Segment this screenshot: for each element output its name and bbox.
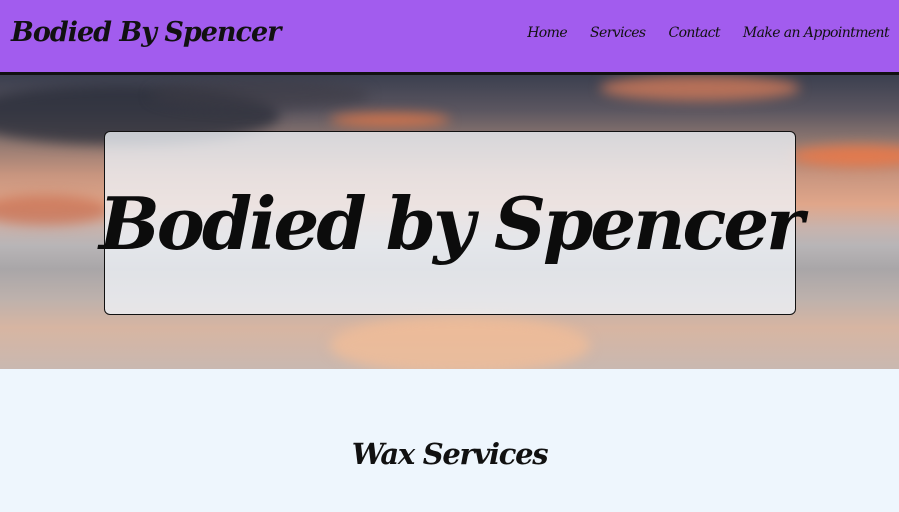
nav-link-services[interactable]: Services bbox=[590, 25, 646, 41]
hero-title-box: Bodied by Spencer bbox=[99, 131, 804, 315]
hero-cloud-shape bbox=[790, 145, 899, 167]
hero-cloud-shape bbox=[600, 75, 800, 101]
brand-link[interactable]: Bodied By Spencer bbox=[11, 17, 281, 48]
hero-title: Bodied by Spencer bbox=[98, 180, 804, 266]
hero-cloud-shape bbox=[330, 113, 450, 127]
hero-cloud-shape bbox=[150, 80, 370, 110]
wax-services-section: Wax Services bbox=[0, 369, 899, 512]
nav-links: Home Services Contact Make an Appointmen… bbox=[527, 25, 889, 41]
nav-link-contact[interactable]: Contact bbox=[668, 25, 720, 41]
top-navbar: Bodied By Spencer Home Services Contact … bbox=[0, 0, 899, 75]
section-heading: Wax Services bbox=[351, 437, 549, 471]
nav-link-make-appointment[interactable]: Make an Appointment bbox=[743, 25, 890, 41]
nav-link-home[interactable]: Home bbox=[527, 25, 567, 41]
hero-cloud-shape bbox=[0, 195, 110, 225]
hero-sun-reflection bbox=[330, 315, 590, 369]
hero-banner: Bodied by Spencer bbox=[0, 75, 899, 369]
